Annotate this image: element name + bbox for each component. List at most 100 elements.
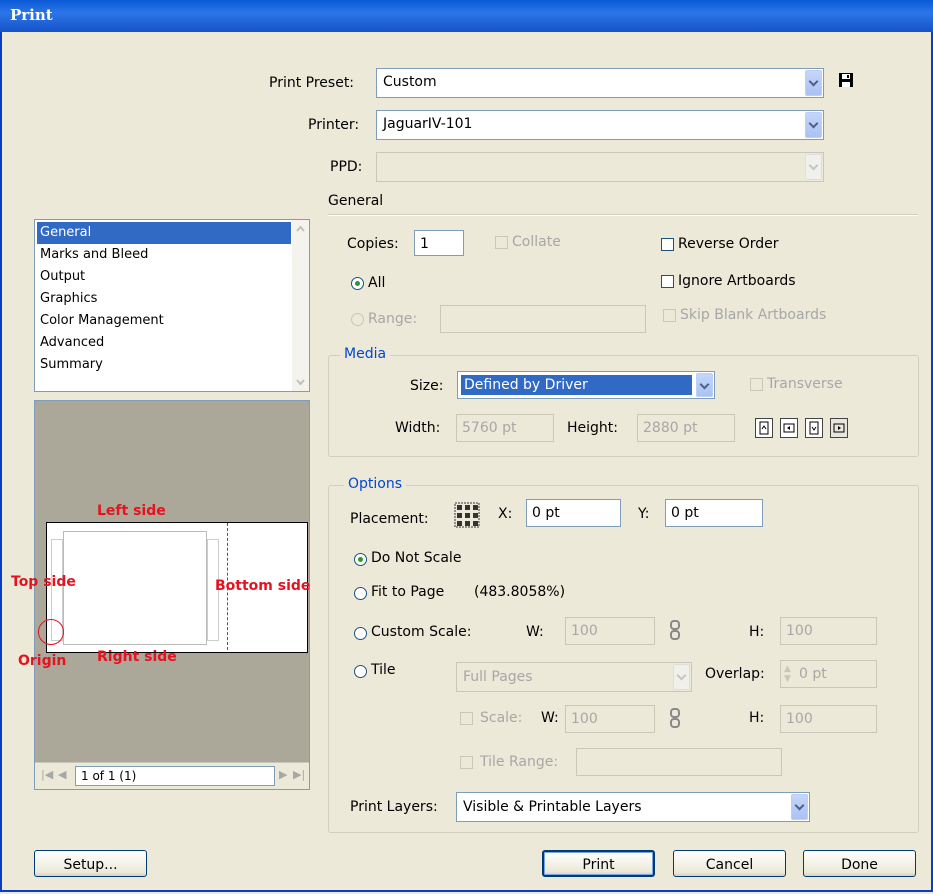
window-title: Print: [10, 6, 53, 24]
sidebar-item-general[interactable]: General: [37, 222, 291, 244]
height-label: Height:: [567, 420, 618, 436]
constrain-proportions-icon[interactable]: [669, 619, 681, 641]
tile-range-label: Tile Range:: [480, 754, 559, 770]
landscape-icon[interactable]: [780, 418, 798, 438]
tile-scale-w-input[interactable]: 100: [565, 705, 655, 733]
range-input[interactable]: [440, 305, 646, 333]
height-input[interactable]: 2880 pt: [637, 414, 735, 442]
sidebar-item-graphics[interactable]: Graphics: [37, 288, 291, 310]
custom-scale-radio[interactable]: [354, 627, 367, 640]
print-button[interactable]: Print: [542, 850, 655, 877]
collate-label: Collate: [512, 234, 561, 250]
tile-range-input[interactable]: [576, 748, 782, 776]
size-value: Defined by Driver: [464, 377, 588, 393]
chevron-down-icon[interactable]: [673, 664, 690, 690]
list-scrollbar[interactable]: [292, 220, 309, 391]
prev-page-icon[interactable]: ◀: [58, 768, 66, 781]
chevron-down-icon[interactable]: [805, 154, 822, 180]
section-title: General: [328, 193, 384, 209]
sidebar-item-output[interactable]: Output: [37, 266, 291, 288]
scale-w-label: W:: [526, 624, 544, 640]
printer-select[interactable]: JaguarIV-101: [376, 110, 824, 140]
last-page-icon[interactable]: ▶|: [293, 768, 305, 781]
placement-label: Placement:: [350, 511, 429, 527]
width-input[interactable]: 5760 pt: [456, 414, 554, 442]
print-layers-label: Print Layers:: [350, 799, 438, 815]
overlap-input[interactable]: ▲ ▼ 0 pt: [780, 660, 877, 688]
page-number-field[interactable]: 1 of 1 (1): [75, 766, 275, 786]
skip-blank-label: Skip Blank Artboards: [680, 307, 827, 323]
collate-checkbox[interactable]: [495, 236, 508, 249]
scale-w-input[interactable]: 100: [565, 617, 655, 645]
sidebar-item-marks-and-bleed[interactable]: Marks and Bleed: [37, 244, 291, 266]
copies-input[interactable]: 1: [414, 230, 464, 256]
sidebar-item-summary[interactable]: Summary: [37, 354, 291, 376]
ppd-label: PPD:: [330, 159, 363, 175]
ppd-select[interactable]: [376, 152, 824, 182]
portrait-icon[interactable]: [755, 418, 773, 438]
chevron-down-icon[interactable]: [696, 373, 713, 397]
range-radio[interactable]: [351, 313, 364, 326]
y-label: Y:: [638, 506, 650, 522]
x-label: X:: [498, 506, 513, 522]
tile-constrain-icon[interactable]: [669, 707, 681, 729]
first-page-icon[interactable]: |◀: [41, 768, 53, 781]
reverse-order-checkbox[interactable]: [661, 238, 674, 251]
sidebar-item-advanced[interactable]: Advanced: [37, 332, 291, 354]
print-preset-select[interactable]: Custom: [376, 68, 824, 98]
transverse-label: Transverse: [767, 376, 843, 392]
preview-artboard: [63, 531, 207, 645]
tile-scale-h-input[interactable]: 100: [780, 705, 877, 733]
transverse-checkbox[interactable]: [750, 378, 763, 391]
save-preset-icon[interactable]: [838, 72, 854, 88]
ignore-artboards-checkbox[interactable]: [661, 275, 674, 288]
left-side-annotation: Left side: [97, 503, 166, 519]
spinner-icon[interactable]: ▲ ▼: [784, 664, 791, 684]
tile-scale-label: Scale:: [480, 710, 523, 726]
portrait-flipped-icon[interactable]: [805, 418, 823, 438]
options-group: [328, 485, 919, 833]
do-not-scale-radio[interactable]: [354, 553, 367, 566]
page-nav-bar: |◀ ◀ 1 of 1 (1) ▶ ▶|: [35, 762, 309, 789]
chevron-down-icon[interactable]: [805, 70, 822, 96]
fit-percent: (483.8058%): [474, 584, 566, 600]
tile-scale-w-label: W:: [541, 710, 559, 726]
done-button[interactable]: Done: [803, 850, 916, 877]
landscape-flipped-icon[interactable]: [830, 418, 848, 438]
cancel-button[interactable]: Cancel: [673, 850, 786, 877]
tile-scale-checkbox[interactable]: [460, 712, 473, 725]
placement-grid-icon[interactable]: [453, 501, 481, 529]
copies-label: Copies:: [347, 236, 399, 252]
range-label: Range:: [368, 311, 418, 327]
reverse-order-label: Reverse Order: [678, 236, 779, 252]
x-input[interactable]: 0 pt: [526, 499, 621, 527]
width-label: Width:: [395, 420, 441, 436]
tile-radio[interactable]: [354, 665, 367, 678]
ignore-artboards-label: Ignore Artboards: [678, 273, 796, 289]
chevron-down-icon[interactable]: [791, 794, 808, 820]
skip-blank-checkbox[interactable]: [663, 309, 676, 322]
size-select[interactable]: Defined by Driver: [457, 371, 715, 399]
fit-to-page-radio[interactable]: [354, 587, 367, 600]
sidebar-item-color-management[interactable]: Color Management: [37, 310, 291, 332]
origin-marker: [38, 619, 64, 645]
print-layers-select[interactable]: Visible & Printable Layers: [456, 792, 810, 822]
tile-select[interactable]: Full Pages: [456, 662, 692, 692]
do-not-scale-label: Do Not Scale: [371, 550, 462, 566]
scale-h-label: H:: [749, 624, 765, 640]
print-layers-value: Visible & Printable Layers: [463, 799, 642, 815]
all-radio[interactable]: [351, 277, 364, 290]
print-preset-value: Custom: [383, 74, 437, 90]
scroll-down-icon[interactable]: [294, 375, 307, 388]
setup-button[interactable]: Setup...: [34, 850, 147, 877]
category-list[interactable]: General Marks and Bleed Output Graphics …: [34, 219, 310, 392]
scroll-up-icon[interactable]: [294, 223, 307, 236]
y-input[interactable]: 0 pt: [665, 499, 763, 527]
overlap-label: Overlap:: [705, 666, 765, 682]
custom-scale-label: Custom Scale:: [371, 624, 472, 640]
next-page-icon[interactable]: ▶: [279, 768, 287, 781]
size-label: Size:: [410, 378, 444, 394]
chevron-down-icon[interactable]: [805, 112, 822, 138]
tile-range-checkbox[interactable]: [460, 756, 473, 769]
scale-h-input[interactable]: 100: [780, 617, 877, 645]
